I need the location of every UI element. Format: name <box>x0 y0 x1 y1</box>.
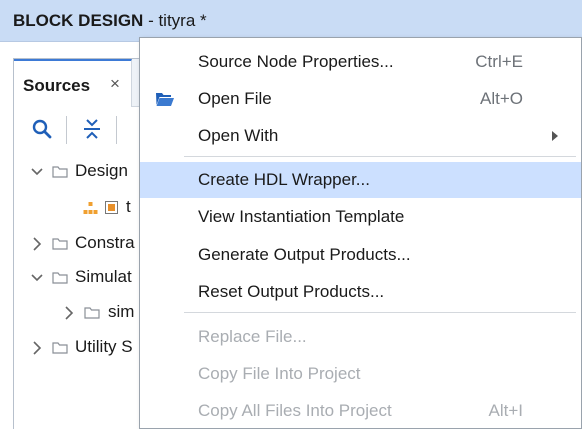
menu-item-label: Generate Output Products... <box>198 245 411 264</box>
menu-item-label: Source Node Properties... <box>198 52 394 71</box>
title-bar: BLOCK DESIGN - tityra * <box>0 0 582 42</box>
tree-item-block-design[interactable]: t <box>14 192 149 224</box>
tree-item-utility-sources[interactable]: Utility S <box>14 332 149 364</box>
menu-item-generate-output-products[interactable]: Generate Output Products... <box>140 237 581 273</box>
tree-item-sim-set[interactable]: sim <box>14 297 149 329</box>
title-project: - tityra * <box>143 11 207 30</box>
submenu-arrow-icon <box>552 131 558 141</box>
chevron-down-icon[interactable] <box>30 269 44 287</box>
tree-item-label: Constra <box>75 233 135 252</box>
menu-item-label: Open With <box>198 126 279 145</box>
menu-item-shortcut: Ctrl+E <box>475 52 523 71</box>
window-title: BLOCK DESIGN - tityra * <box>13 11 207 31</box>
tab-sources-label: Sources <box>23 76 91 95</box>
menu-item-replace-file[interactable]: Replace File... <box>140 319 581 355</box>
menu-item-label: Copy File Into Project <box>198 364 361 383</box>
folder-icon <box>84 307 100 319</box>
folder-icon <box>52 238 68 250</box>
toolbar-separator <box>116 116 117 144</box>
tree-item-simulation-sources[interactable]: Simulat <box>14 262 149 294</box>
menu-item-label: Replace File... <box>198 327 307 346</box>
sources-toolbar <box>14 108 149 150</box>
tab-bar: Sources × <box>14 59 149 107</box>
tree-item-constraints[interactable]: Constra <box>14 228 149 260</box>
close-icon[interactable]: × <box>110 74 120 94</box>
menu-separator <box>184 156 576 157</box>
tab-sources[interactable]: Sources × <box>14 59 132 107</box>
menu-item-label: Reset Output Products... <box>198 282 385 301</box>
tree-item-label: Simulat <box>75 267 132 286</box>
menu-item-copy-all-files-into-project[interactable]: Copy All Files Into Project Alt+I <box>140 393 581 429</box>
context-menu: Source Node Properties... Ctrl+E Open Fi… <box>139 37 582 429</box>
chevron-down-icon[interactable] <box>30 163 44 181</box>
menu-item-reset-output-products[interactable]: Reset Output Products... <box>140 274 581 310</box>
block-design-icon <box>105 201 118 214</box>
menu-item-copy-file-into-project[interactable]: Copy File Into Project <box>140 356 581 392</box>
folder-icon <box>52 166 68 178</box>
menu-item-shortcut: Alt+I <box>488 401 524 420</box>
tree-item-label: Utility S <box>75 337 133 356</box>
menu-item-create-hdl-wrapper[interactable]: Create HDL Wrapper... <box>140 162 581 198</box>
toolbar-separator <box>66 116 67 144</box>
open-folder-icon <box>156 93 174 106</box>
menu-item-label: Open File <box>198 89 272 108</box>
menu-item-open-with[interactable]: Open With <box>140 118 581 154</box>
menu-item-shortcut: Alt+O <box>480 89 523 108</box>
collapse-all-icon[interactable] <box>80 117 104 141</box>
menu-item-label: View Instantiation Template <box>198 207 405 226</box>
chevron-right-icon[interactable] <box>30 235 44 253</box>
chevron-right-icon[interactable] <box>62 304 76 322</box>
tree-item-design-sources[interactable]: Design <box>14 156 149 188</box>
hierarchy-icon <box>83 202 98 214</box>
menu-item-source-node-properties[interactable]: Source Node Properties... Ctrl+E <box>140 44 581 80</box>
menu-item-open-file[interactable]: Open File Alt+O <box>140 81 581 117</box>
tree-item-label: sim <box>108 302 135 321</box>
folder-icon <box>52 272 68 284</box>
chevron-right-icon[interactable] <box>30 339 44 357</box>
menu-item-view-instantiation-template[interactable]: View Instantiation Template <box>140 199 581 235</box>
menu-separator <box>184 312 576 313</box>
folder-icon <box>52 342 68 354</box>
tree-item-label: Design <box>75 161 128 180</box>
title-main: BLOCK DESIGN <box>13 11 144 30</box>
tree-item-label: t <box>126 197 131 216</box>
menu-item-label: Create HDL Wrapper... <box>198 170 370 189</box>
menu-item-label: Copy All Files Into Project <box>198 401 392 420</box>
sources-panel: Sources × Design t Constra Simulat sim U… <box>13 58 149 429</box>
search-icon[interactable] <box>30 117 54 141</box>
